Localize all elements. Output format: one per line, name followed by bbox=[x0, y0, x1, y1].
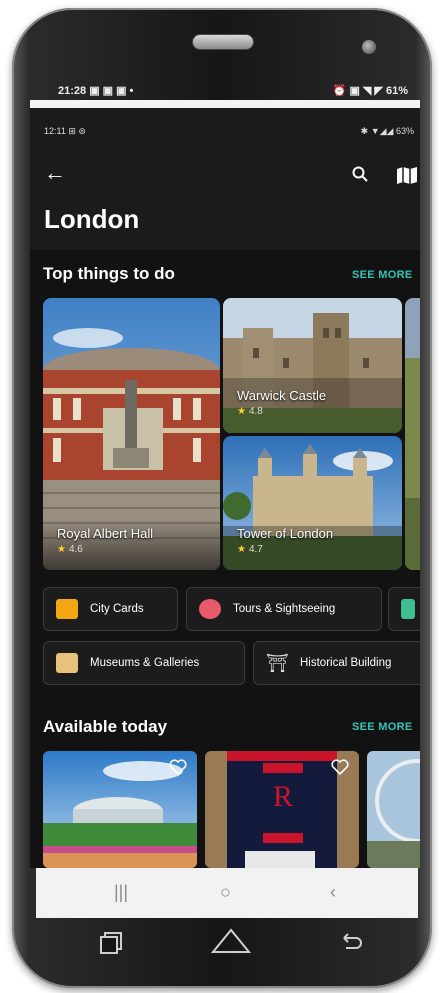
outer-time: 21:28 bbox=[58, 84, 87, 97]
outer-battery: 61% bbox=[385, 84, 408, 97]
see-more-available-link[interactable]: SEE MORE bbox=[352, 721, 412, 733]
attraction-name: Royal Albert Hall bbox=[57, 526, 154, 541]
category-chip-city-cards[interactable]: City Cards bbox=[43, 587, 178, 631]
city-card-icon bbox=[56, 599, 78, 619]
recents-icon[interactable]: ||| bbox=[114, 882, 128, 903]
chip-label: Tours & Sightseeing bbox=[233, 603, 336, 615]
attraction-name: Tower of London bbox=[237, 526, 334, 541]
available-card[interactable]: R bbox=[205, 751, 359, 868]
app-header: 12:11 ⊞ ⊚ ✱ ▼◢◢ 63% ← London bbox=[30, 108, 420, 250]
outer-right-icons: ⏰ ▣ ◥ ◤ bbox=[332, 84, 383, 97]
chip-label: Museums & Galleries bbox=[90, 657, 200, 669]
hardware-home-icon[interactable] bbox=[210, 926, 252, 956]
svg-text:R: R bbox=[273, 780, 293, 813]
attraction-rating: ★ 4.8 bbox=[237, 406, 263, 417]
section-title-available: Available today bbox=[43, 717, 168, 736]
outer-left-icons: ▣ ▣ ▣ • bbox=[89, 84, 134, 97]
rating-value: 4.8 bbox=[248, 406, 263, 417]
chip-label: City Cards bbox=[90, 603, 144, 615]
hardware-recents-icon[interactable] bbox=[98, 930, 126, 956]
category-chip-partial[interactable] bbox=[388, 587, 420, 631]
inner-status-bar: 12:11 ⊞ ⊚ ✱ ▼◢◢ 63% bbox=[44, 126, 414, 137]
available-card-partial[interactable] bbox=[367, 751, 420, 868]
historical-building-icon: ⛩ bbox=[266, 653, 289, 673]
available-card[interactable] bbox=[43, 751, 197, 868]
android-nav-bar: ||| ○ ‹ bbox=[36, 868, 418, 918]
london-eye-image bbox=[367, 751, 420, 868]
attraction-rating: ★ 4.6 bbox=[57, 544, 83, 555]
section-title-top: Top things to do bbox=[43, 264, 175, 283]
partial-attraction-image bbox=[405, 298, 420, 570]
category-chip-tours[interactable]: Tours & Sightseeing bbox=[186, 587, 382, 631]
map-icon[interactable] bbox=[396, 166, 418, 184]
attraction-name: Warwick Castle bbox=[237, 388, 327, 403]
back-arrow-icon[interactable]: ← bbox=[44, 160, 66, 186]
tour-guide-icon bbox=[199, 599, 221, 619]
home-icon[interactable]: ○ bbox=[220, 882, 231, 903]
chip-label: Historical Building bbox=[300, 657, 392, 669]
attraction-tile-warwick-castle[interactable]: Warwick Castle ★ 4.8 bbox=[223, 298, 402, 433]
inner-time: 12:11 bbox=[44, 126, 66, 136]
outer-status-bar: 21:28 ▣ ▣ ▣ • ⏰ ▣ ◥ ◤ 61% bbox=[58, 80, 408, 100]
inner-left-icons: ⊞ ⊚ bbox=[68, 126, 86, 136]
phone-camera bbox=[362, 40, 376, 54]
rating-value: 4.7 bbox=[248, 544, 263, 555]
attraction-tile-partial[interactable] bbox=[405, 298, 420, 570]
museum-frame-icon bbox=[56, 653, 78, 673]
search-icon[interactable] bbox=[352, 166, 368, 182]
inner-right-icons: ✱ ▼◢◢ bbox=[360, 126, 394, 136]
status-divider bbox=[30, 100, 420, 108]
back-icon[interactable]: ‹ bbox=[330, 882, 336, 903]
attraction-tile-tower-of-london[interactable]: Tower of London ★ 4.7 bbox=[223, 436, 402, 570]
app-screen: 12:11 ⊞ ⊚ ✱ ▼◢◢ 63% ← London Top things … bbox=[30, 108, 420, 868]
rating-value: 4.6 bbox=[68, 544, 83, 555]
hardware-back-icon[interactable] bbox=[340, 930, 364, 952]
category-chip-historical[interactable]: ⛩ Historical Building bbox=[253, 641, 420, 685]
see-more-top-link[interactable]: SEE MORE bbox=[352, 269, 412, 281]
attraction-rating: ★ 4.7 bbox=[237, 544, 263, 555]
page-title: London bbox=[44, 204, 140, 234]
category-chip-museums[interactable]: Museums & Galleries bbox=[43, 641, 245, 685]
favorite-heart-icon[interactable] bbox=[331, 759, 349, 775]
inner-battery: 63% bbox=[395, 126, 414, 136]
attraction-tile-royal-albert-hall[interactable]: Royal Albert Hall ★ 4.6 bbox=[43, 298, 220, 570]
category-icon bbox=[401, 599, 415, 619]
phone-speaker bbox=[192, 34, 254, 50]
favorite-heart-icon[interactable] bbox=[169, 759, 187, 775]
